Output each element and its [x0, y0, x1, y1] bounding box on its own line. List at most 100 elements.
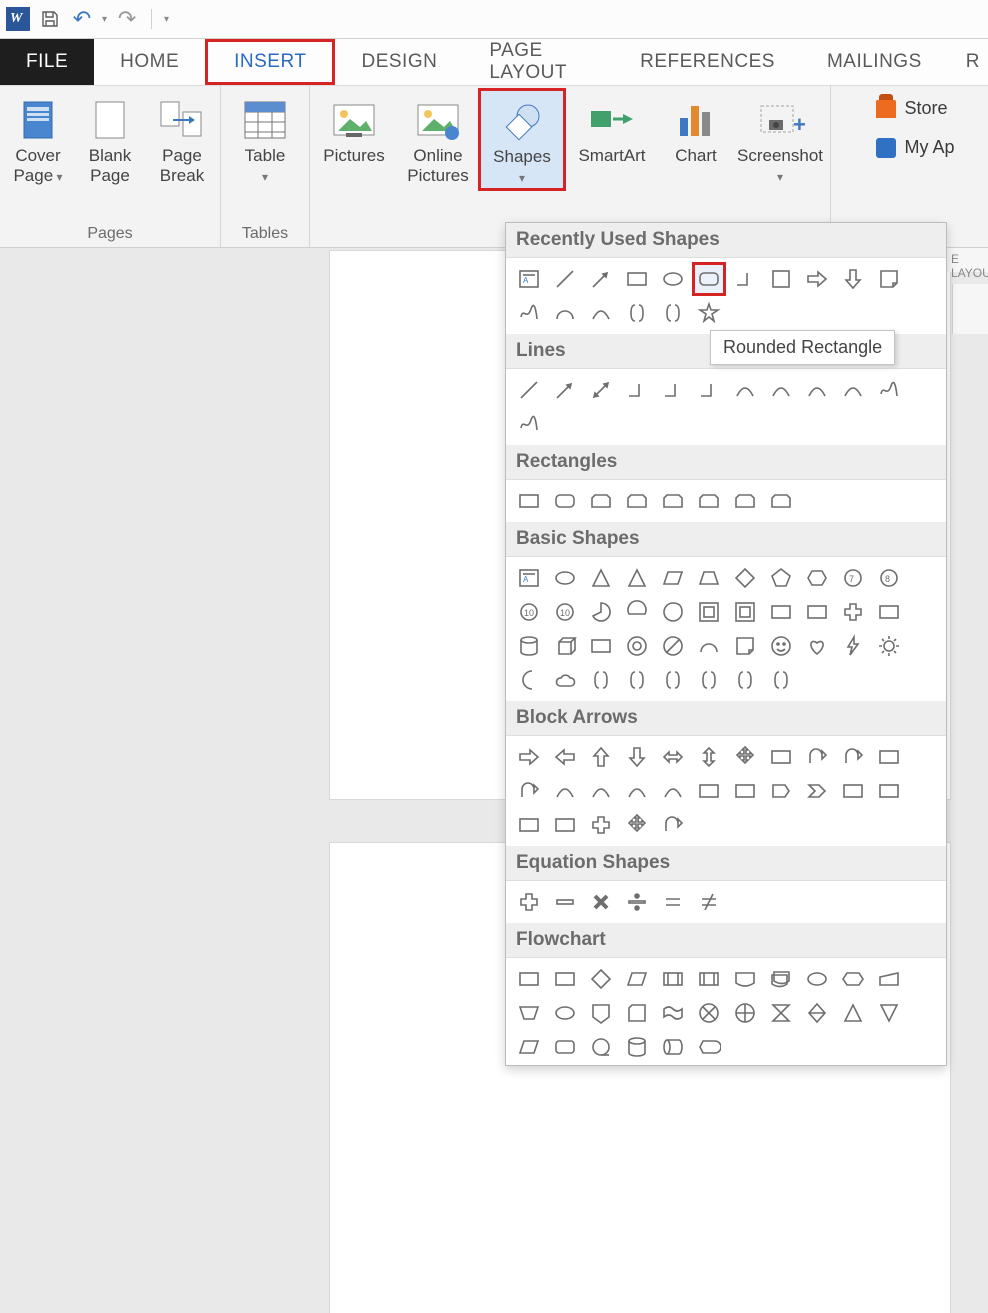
shape-double-arrow-icon[interactable]: [586, 375, 616, 405]
shape-punched-tape-icon[interactable]: [658, 998, 688, 1028]
shape-curved-right-icon[interactable]: [550, 776, 580, 806]
shape-right-bracket-icon[interactable]: [694, 665, 724, 695]
shape-left-brace-icon[interactable]: [622, 298, 652, 328]
shape-curve-arrow-icon[interactable]: [766, 375, 796, 405]
shape-freeform-icon[interactable]: [874, 375, 904, 405]
shape-right-brace-icon[interactable]: [766, 665, 796, 695]
shape-rectangle-icon[interactable]: [622, 264, 652, 294]
shape-decagon-icon[interactable]: 10: [514, 597, 544, 627]
shape-connector-icon[interactable]: [550, 998, 580, 1028]
shape-left-icon[interactable]: [550, 742, 580, 772]
save-icon[interactable]: [38, 7, 62, 31]
shape-rounded-rectangle-icon[interactable]: [694, 264, 724, 294]
store-button[interactable]: Store: [876, 98, 954, 119]
shape-right-icon[interactable]: [514, 742, 544, 772]
shape-magnetic-disk-icon[interactable]: [622, 1032, 652, 1062]
shape-bent-up-icon[interactable]: [514, 776, 544, 806]
shape-striped-right-icon[interactable]: [694, 776, 724, 806]
shape-arc-icon[interactable]: [550, 298, 580, 328]
shape-snip-diag-icon[interactable]: [658, 486, 688, 516]
shape-three-way-icon[interactable]: [766, 742, 796, 772]
shapes-button[interactable]: Shapes: [480, 90, 564, 189]
shape-cross-icon[interactable]: [838, 597, 868, 627]
shape-delay-icon[interactable]: [550, 1032, 580, 1062]
shape-left-up-icon[interactable]: [874, 742, 904, 772]
shape-diag-stripe-icon[interactable]: [802, 597, 832, 627]
shape-line-icon[interactable]: [514, 375, 544, 405]
shape-smiley-icon[interactable]: [766, 631, 796, 661]
shape-heart-icon[interactable]: [802, 631, 832, 661]
shape-decision-icon[interactable]: [586, 964, 616, 994]
shape-stored-data-icon[interactable]: [514, 1032, 544, 1062]
shape-notched-right-icon[interactable]: [730, 776, 760, 806]
shape-snip-same-icon[interactable]: [622, 486, 652, 516]
shape-elbow-double-icon[interactable]: [694, 375, 724, 405]
shape-plus-icon[interactable]: [586, 810, 616, 840]
shape-display-icon[interactable]: [694, 1032, 724, 1062]
shape-oval-icon[interactable]: [658, 264, 688, 294]
shape-manual-input-icon[interactable]: [874, 964, 904, 994]
shape-arrow-line-icon[interactable]: [586, 264, 616, 294]
shape-equal-icon[interactable]: [658, 887, 688, 917]
shape-moon-icon[interactable]: [514, 665, 544, 695]
shape-cube-icon[interactable]: [550, 631, 580, 661]
shape-pie-icon[interactable]: [586, 597, 616, 627]
shape-heptagon-icon[interactable]: 7: [838, 563, 868, 593]
shape-arrow-icon[interactable]: [550, 375, 580, 405]
chart-button[interactable]: Chart: [660, 90, 732, 166]
shape-left-brace-icon[interactable]: [730, 665, 760, 695]
shape-trapezoid-icon[interactable]: [694, 563, 724, 593]
shape-text-box-icon[interactable]: A: [514, 264, 544, 294]
shape-manual-op-icon[interactable]: [514, 998, 544, 1028]
shape-alt-process-icon[interactable]: [550, 964, 580, 994]
shape-scribble-icon[interactable]: [514, 298, 544, 328]
shape-teardrop-icon[interactable]: [658, 597, 688, 627]
shape-down-icon[interactable]: [622, 742, 652, 772]
shape-up-icon[interactable]: [586, 742, 616, 772]
shape-donut-icon[interactable]: [622, 631, 652, 661]
shape-half-frame-icon[interactable]: [730, 597, 760, 627]
screenshot-button[interactable]: + Screenshot: [732, 90, 828, 187]
shape-terminator-icon[interactable]: [802, 964, 832, 994]
shape-curve-icon[interactable]: [730, 375, 760, 405]
shape-down-arrow-icon[interactable]: [838, 264, 868, 294]
undo-icon[interactable]: ↶: [70, 7, 94, 31]
online-pictures-button[interactable]: Online Pictures: [396, 90, 480, 187]
tab-insert[interactable]: INSERT: [205, 39, 335, 85]
tab-file[interactable]: FILE: [0, 39, 94, 85]
shape-rounded-rectangle-icon[interactable]: [550, 486, 580, 516]
shape-curve-double-icon[interactable]: [802, 375, 832, 405]
shape-chord-icon[interactable]: [622, 597, 652, 627]
shape-left-bracket-icon[interactable]: [658, 665, 688, 695]
shape-scribble-icon[interactable]: [514, 409, 544, 439]
tab-references[interactable]: REFERENCES: [614, 39, 801, 85]
shape-folded-corner-icon[interactable]: [874, 264, 904, 294]
pictures-button[interactable]: Pictures: [312, 90, 396, 166]
shape-l-shape-icon[interactable]: [766, 597, 796, 627]
shape-rectangle-icon[interactable]: [514, 486, 544, 516]
shape-divide-icon[interactable]: [622, 887, 652, 917]
tab-home[interactable]: HOME: [94, 39, 205, 85]
shape-round-diag-icon[interactable]: [766, 486, 796, 516]
shape-elbow-arrow-icon[interactable]: [658, 375, 688, 405]
tab-mailings[interactable]: MAILINGS: [801, 39, 948, 85]
shape-up-callout-icon[interactable]: [550, 810, 580, 840]
shape-card-icon[interactable]: [622, 998, 652, 1028]
page-break-button[interactable]: Page Break: [146, 90, 218, 187]
shape-prep-icon[interactable]: [838, 964, 868, 994]
shape-collate-icon[interactable]: [766, 998, 796, 1028]
shape-extract-icon[interactable]: [838, 998, 868, 1028]
shape-home-plate-icon[interactable]: [766, 776, 796, 806]
shape-process-icon[interactable]: [514, 964, 544, 994]
shape-snip-single-icon[interactable]: [586, 486, 616, 516]
shape-direct-access-icon[interactable]: [658, 1032, 688, 1062]
shape-or-icon[interactable]: [730, 998, 760, 1028]
shape-not-equal-icon[interactable]: [694, 887, 724, 917]
shape-no-symbol-icon[interactable]: [658, 631, 688, 661]
shape-bevel-icon[interactable]: [586, 631, 616, 661]
shape-up-down-icon[interactable]: [694, 742, 724, 772]
redo-icon[interactable]: ↷: [115, 7, 139, 31]
shape-double-brace-icon[interactable]: [622, 665, 652, 695]
shape-curved-down-icon[interactable]: [622, 776, 652, 806]
tab-page-layout[interactable]: PAGE LAYOUT: [463, 39, 614, 85]
